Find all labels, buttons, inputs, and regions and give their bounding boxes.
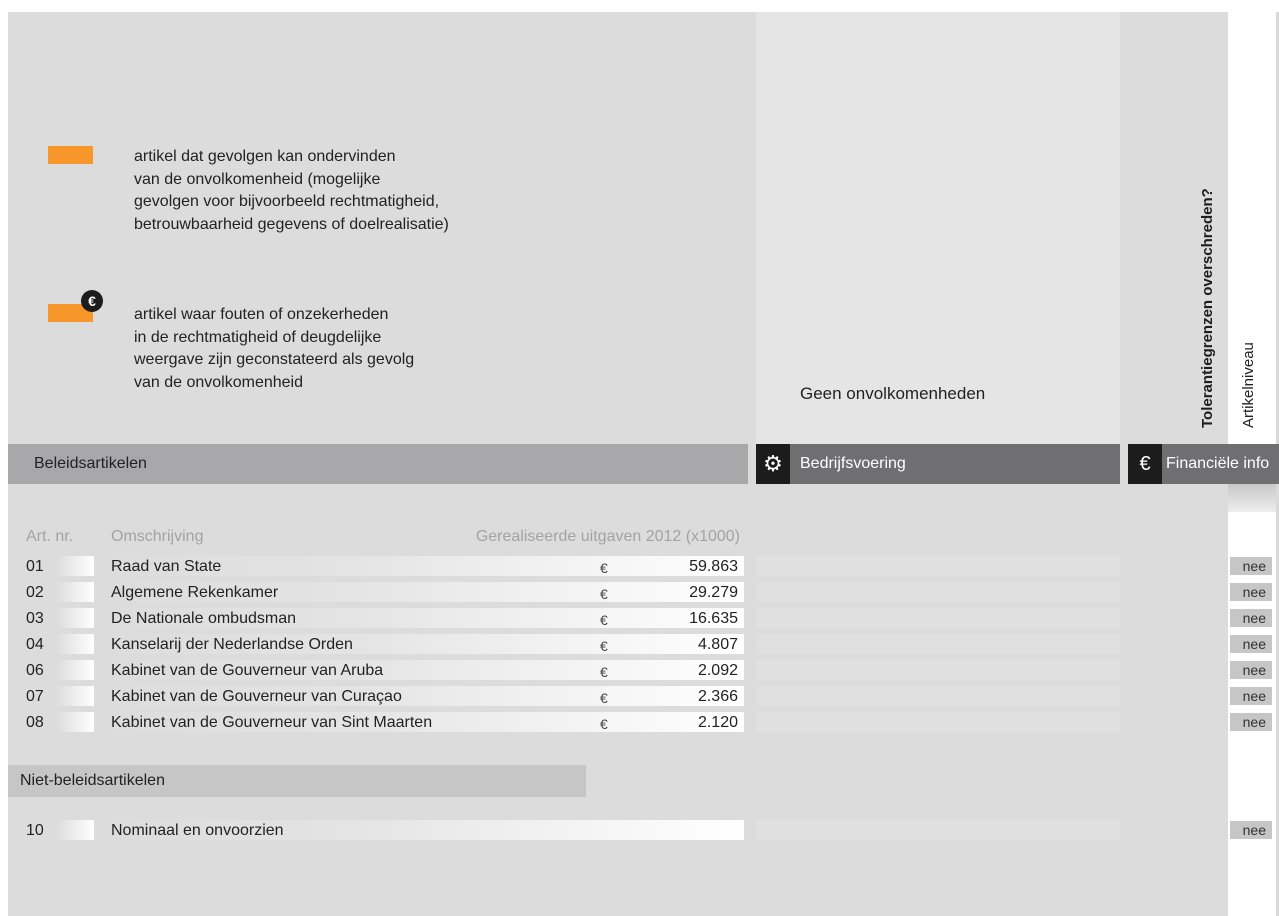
niet-beleidsartikelen-band: Niet-beleidsartikelen [8,765,586,797]
financiele-info-band: € Financiële info [1128,444,1279,484]
currency-symbol: € [600,612,608,628]
legend-line: gevolgen voor bijvoorbeeld rechtmatighei… [134,193,440,210]
article-number: 07 [26,688,44,705]
euro-icon: € [1128,444,1162,484]
art-nr-header: Art. nr. [26,528,74,545]
tolerance-badge: nee [1230,583,1272,601]
gear-icon: ⚙ [756,444,790,484]
article-name: Algemene Rekenkamer [111,584,279,601]
tolerance-header: Tolerantiegrenzen overschreden? [1199,188,1216,428]
uitgaven-header: Gerealiseerde uitgaven 2012 (x1000) [475,528,740,545]
orange-swatch-icon [48,146,93,164]
article-number: 04 [26,636,44,653]
tolerance-badge: nee [1230,713,1272,731]
article-name: Nominaal en onvoorzien [111,822,284,839]
currency-symbol: € [600,560,608,576]
currency-symbol: € [600,586,608,602]
legend-line: van de onvolkomenheid (mogelijke [134,170,381,188]
article-number: 10 [26,822,44,839]
article-number: 06 [26,662,44,679]
beleidsartikelen-label: Beleidsartikelen [34,455,147,472]
legend-line: weergave zijn geconstateerd als gevolg [134,351,415,368]
article-name: Kabinet van de Gouverneur van Aruba [111,662,384,679]
legend-line: in de rechtmatigheid of deugdelijke [134,328,382,346]
tolerance-badge: nee [1230,557,1272,575]
bedrijfsvoering-panel [756,12,1120,444]
currency-symbol: € [600,638,608,654]
currency-symbol: € [600,664,608,680]
article-name: Raad van State [111,558,222,575]
legend-line: artikel dat gevolgen kan ondervinden [134,148,396,165]
expenditure-value: 2.092 [697,662,738,679]
article-name: De Nationale ombudsman [111,610,296,627]
tolerance-badge: nee [1230,821,1272,839]
article-number: 01 [26,558,44,575]
expenditure-value: 16.635 [689,610,738,627]
bedrijfsvoering-label: Bedrijfsvoering [800,455,906,472]
legend-item-1: artikel dat gevolgen kan ondervinden van… [134,146,449,236]
legend-item-2: artikel waar fouten of onzekerheden in d… [134,304,414,394]
legend-line: artikel waar fouten of onzekerheden [134,306,389,323]
expenditure-value: 29.279 [689,584,738,601]
tolerance-badge: nee [1230,635,1272,653]
article-name: Kabinet van de Gouverneur van Sint Maart… [111,714,433,731]
currency-symbol: € [600,690,608,706]
financiele-info-fade [1228,484,1276,512]
expenditure-value: 2.120 [697,714,738,731]
expenditure-value: 59.863 [689,558,738,575]
beleidsartikelen-band: Beleidsartikelen [8,444,748,484]
geen-onvolkomenheden-label: Geen onvolkomenheden [800,384,986,403]
article-name: Kanselarij der Nederlandse Orden [111,636,353,653]
tolerance-badge: nee [1230,687,1272,705]
financiele-info-label: Financiële info [1166,455,1270,472]
legend-line: van de onvolkomenheid [134,373,304,391]
bedrijfsvoering-band: ⚙ Bedrijfsvoering [756,444,1120,484]
omschrijving-header: Omschrijving [111,528,204,545]
currency-symbol: € [600,716,608,732]
article-number: 03 [26,610,44,627]
tolerance-badge: nee [1230,661,1272,679]
article-name: Kabinet van de Gouverneur van Curaçao [111,688,402,705]
euro-badge-icon: € [81,290,103,312]
article-number: 02 [26,584,44,601]
expenditure-value: 4.807 [697,636,738,653]
legend-line: betrouwbaarheid gegevens of doelrealisat… [134,215,449,233]
artikelniveau-header: Artikelniveau [1240,342,1257,428]
expenditure-value: 2.366 [697,688,738,705]
article-number: 08 [26,714,44,731]
tolerance-badge: nee [1230,609,1272,627]
